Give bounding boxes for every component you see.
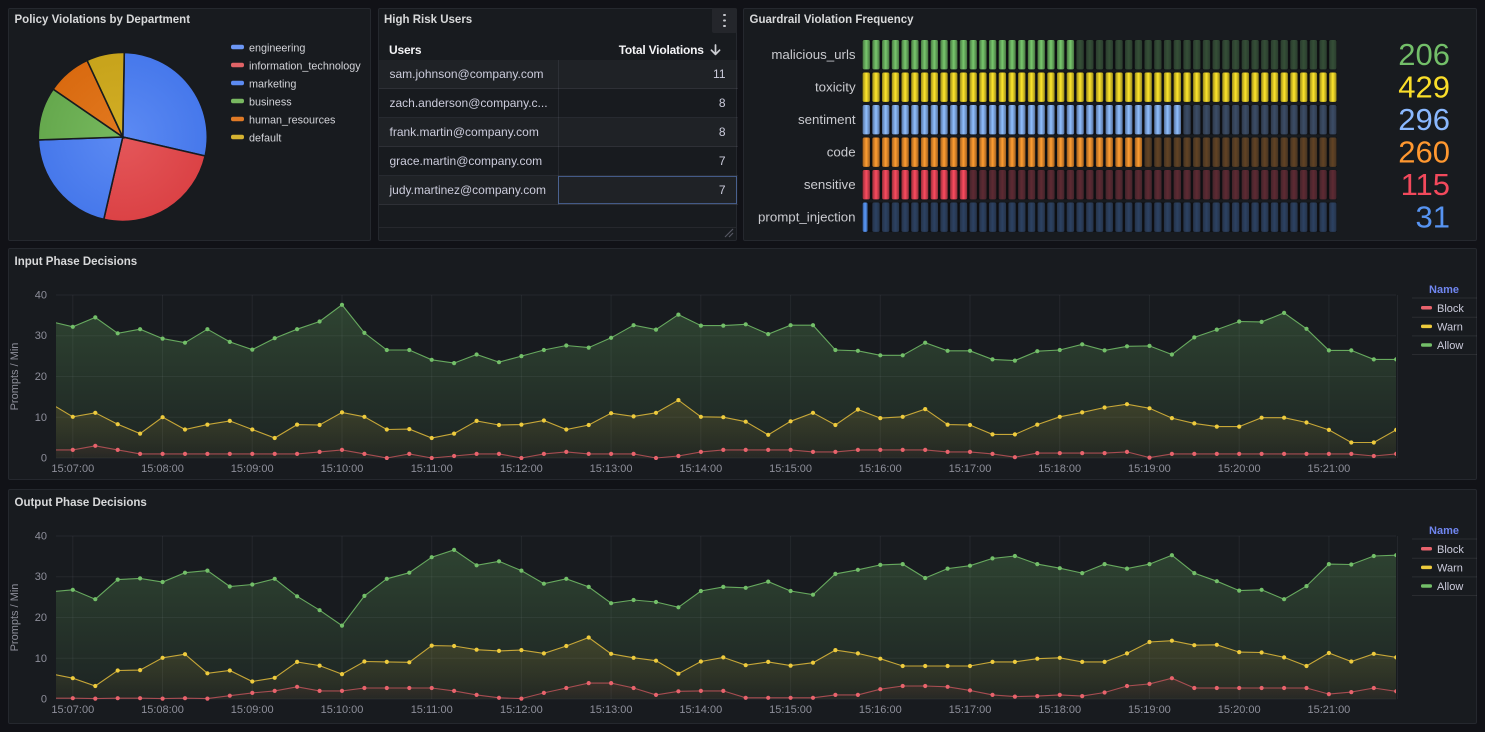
svg-text:sentiment: sentiment [798, 112, 856, 127]
svg-text:31: 31 [1416, 200, 1450, 235]
svg-text:malicious_urls: malicious_urls [771, 47, 856, 62]
svg-text:information_technology: information_technology [249, 61, 361, 73]
svg-text:default: default [249, 133, 281, 145]
svg-text:260: 260 [1398, 135, 1450, 170]
svg-text:business: business [249, 97, 292, 109]
svg-text:206: 206 [1398, 37, 1450, 72]
svg-text:296: 296 [1398, 102, 1450, 137]
svg-text:human_resources: human_resources [249, 115, 336, 127]
svg-text:prompt_injection: prompt_injection [758, 210, 856, 225]
svg-text:sensitive: sensitive [804, 177, 856, 192]
svg-text:code: code [827, 145, 856, 160]
svg-text:marketing: marketing [249, 79, 296, 91]
svg-text:429: 429 [1398, 70, 1450, 105]
svg-text:115: 115 [1401, 167, 1450, 202]
svg-text:toxicity: toxicity [815, 80, 856, 95]
svg-text:engineering: engineering [249, 43, 305, 55]
